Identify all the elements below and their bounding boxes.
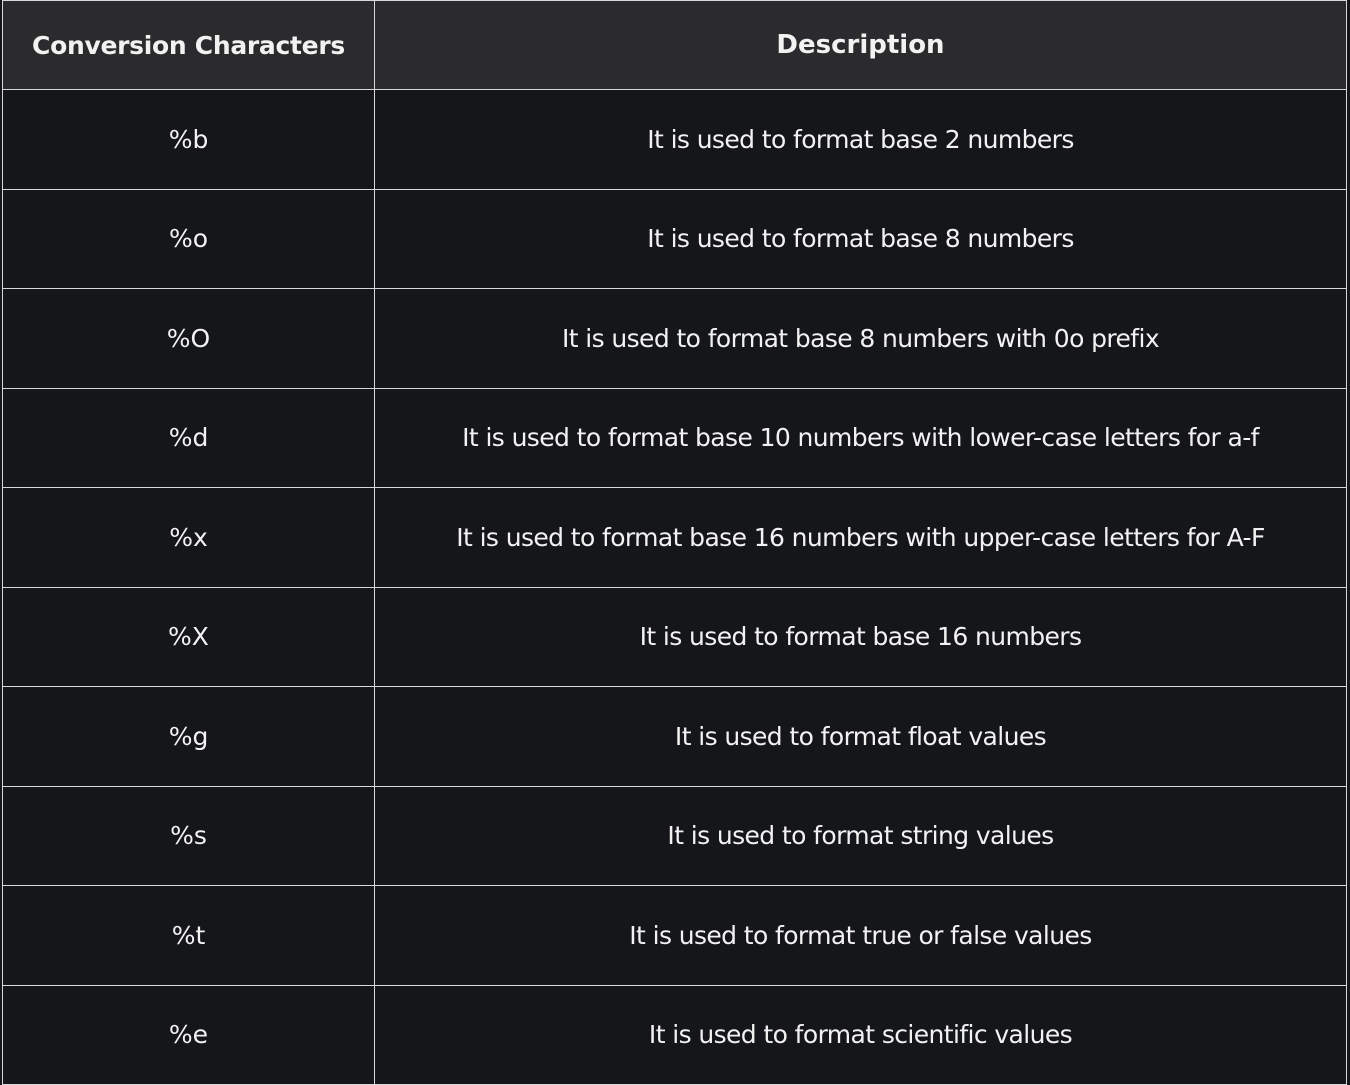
table-row: %o It is used to format base 8 numbers: [2, 188, 1347, 289]
description-cell: It is used to format base 16 numbers wit…: [374, 487, 1347, 588]
table-row: %t It is used to format true or false val…: [2, 885, 1347, 986]
conversion-char-cell: %x: [2, 487, 375, 588]
table-row: %s It is used to format string values: [2, 785, 1347, 886]
description-cell: It is used to format base 8 numbers with…: [374, 288, 1347, 389]
description-cell: It is used to format base 8 numbers: [374, 188, 1347, 289]
header-row: Conversion Characters Description: [2, 0, 1347, 90]
table-row: %e It is used to format scientific values: [2, 984, 1347, 1085]
description-cell: It is used to format base 10 numbers wit…: [374, 387, 1347, 488]
conversion-char-cell: %e: [2, 984, 375, 1085]
description-cell: It is used to format base 2 numbers: [374, 89, 1347, 190]
description-cell: It is used to format string values: [374, 785, 1347, 886]
conversion-char-cell: %o: [2, 188, 375, 289]
conversion-char-cell: %X: [2, 586, 375, 687]
table-row: %g It is used to format float values: [2, 686, 1347, 787]
conversion-char-cell: %O: [2, 288, 375, 389]
description-cell: It is used to format true or false value…: [374, 885, 1347, 986]
conversion-char-cell: %s: [2, 785, 375, 886]
conversion-char-cell: %g: [2, 686, 375, 787]
header-description: Description: [374, 0, 1347, 90]
description-cell: It is used to format scientific values: [374, 984, 1347, 1085]
table-row: %X It is used to format base 16 numbers: [2, 586, 1347, 687]
table-row: %x It is used to format base 16 numbers w…: [2, 487, 1347, 588]
conversion-char-cell: %b: [2, 89, 375, 190]
conversion-characters-table: Conversion Characters Description %b It i…: [2, 0, 1347, 1085]
table-row: %d It is used to format base 10 numbers w…: [2, 387, 1347, 488]
header-conversion-characters: Conversion Characters: [2, 0, 375, 90]
table-row: %O It is used to format base 8 numbers wi…: [2, 288, 1347, 389]
table-row: %b It is used to format base 2 numbers: [2, 89, 1347, 190]
description-cell: It is used to format base 16 numbers: [374, 586, 1347, 687]
conversion-char-cell: %d: [2, 387, 375, 488]
conversion-char-cell: %t: [2, 885, 375, 986]
description-cell: It is used to format float values: [374, 686, 1347, 787]
